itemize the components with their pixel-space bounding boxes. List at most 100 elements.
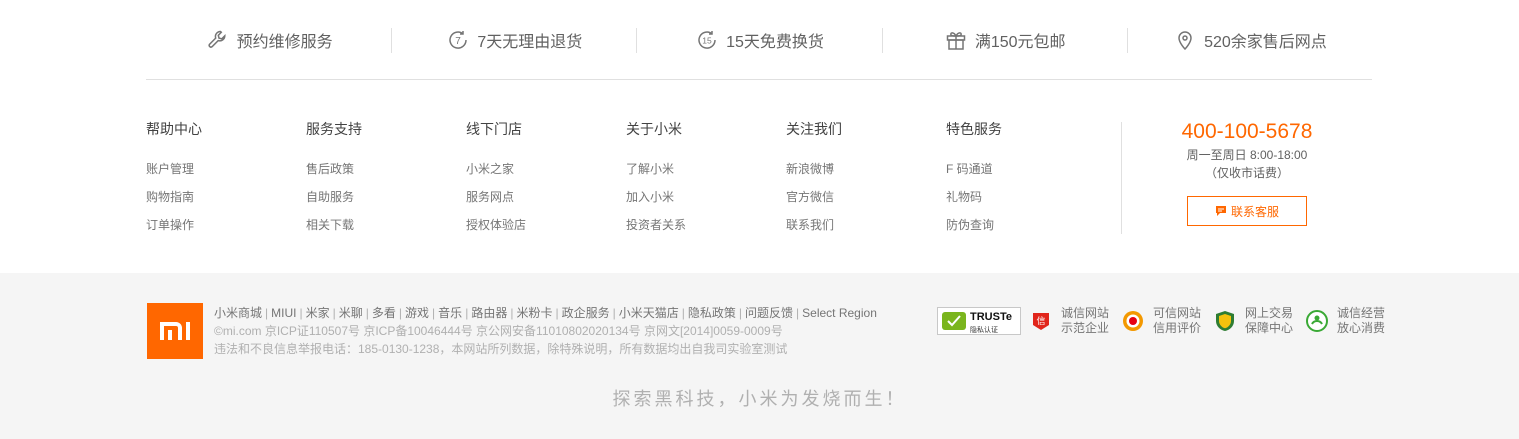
service-hours-note: （仅收市话费） xyxy=(1204,166,1289,180)
column-title: 线下门店 xyxy=(466,121,522,137)
badge-line: 放心消费 xyxy=(1337,321,1386,335)
footer-link[interactable]: 礼物码 xyxy=(946,188,1106,206)
site-link[interactable]: MIUI xyxy=(271,306,296,320)
badge-credit-site[interactable]: 信 诚信网站 示范企业 xyxy=(1029,306,1109,336)
service-free-shipping[interactable]: 满150元包邮 xyxy=(881,0,1127,79)
column-title: 帮助中心 xyxy=(146,121,202,137)
footer-link[interactable]: 服务网点 xyxy=(466,188,626,206)
truste-check-icon xyxy=(942,312,966,330)
mi-logo-icon xyxy=(160,322,190,340)
column-follow: 关注我们 新浪微博 官方微信 联系我们 xyxy=(786,118,946,244)
wrench-icon xyxy=(205,27,231,53)
footer-top: 预约维修服务 7 7天无理由退货 15 15天免费换货 满150元包邮 520余… xyxy=(0,0,1519,273)
footer-info: 小米商城 | MIUI | 米家 | 米聊 | 多看 | 游戏 | 音乐 | 路由器 | 米粉卡 | 政企服务 | 小米… xyxy=(214,304,877,358)
trusted-site-icon xyxy=(1121,309,1145,333)
badge-line: 诚信经营 xyxy=(1337,306,1386,320)
truste-badge[interactable]: TRUSTe 隐私认证 xyxy=(937,307,1021,335)
footer-link[interactable]: 官方微信 xyxy=(786,188,946,206)
column-title: 服务支持 xyxy=(306,121,362,137)
site-link[interactable]: 路由器 xyxy=(471,306,507,320)
service-exchange[interactable]: 15 15天免费换货 xyxy=(636,0,881,79)
footer-link[interactable]: 售后政策 xyxy=(306,160,466,178)
service-label: 520余家售后网点 xyxy=(1204,33,1327,51)
column-support: 服务支持 售后政策 自助服务 相关下载 xyxy=(306,118,466,244)
site-link[interactable]: 米聊 xyxy=(339,306,363,320)
service-repair[interactable]: 预约维修服务 xyxy=(146,0,391,79)
footer-link[interactable]: 订单操作 xyxy=(146,216,306,234)
badge-line: 保障中心 xyxy=(1245,321,1294,335)
site-link[interactable]: 游戏 xyxy=(405,306,429,320)
link-separator: | xyxy=(299,306,303,320)
link-separator: | xyxy=(332,306,336,320)
site-link[interactable]: 米家 xyxy=(306,306,330,320)
chat-bubble-icon xyxy=(1215,206,1226,216)
footer-link[interactable]: 小米之家 xyxy=(466,160,626,178)
svg-text:7: 7 xyxy=(456,36,462,47)
link-separator: | xyxy=(681,306,685,320)
footer-link[interactable]: 授权体验店 xyxy=(466,216,626,234)
hotline-number: 400-100-5678 xyxy=(1181,120,1313,143)
column-help: 帮助中心 账户管理 购物指南 订单操作 xyxy=(146,118,306,244)
badge-line: 诚信网站 xyxy=(1061,306,1110,320)
footer-link[interactable]: 新浪微博 xyxy=(786,160,946,178)
service-label: 15天免费换货 xyxy=(726,33,824,51)
link-separator: | xyxy=(265,306,269,320)
site-link[interactable]: Select Region xyxy=(802,306,877,320)
footer-link[interactable]: 防伪查询 xyxy=(946,216,1106,234)
column-title: 关注我们 xyxy=(786,121,842,137)
integrity-icon xyxy=(1305,309,1329,333)
site-link[interactable]: 问题反馈 xyxy=(745,306,793,320)
column-about: 关于小米 了解小米 加入小米 投资者关系 xyxy=(626,118,786,244)
service-label: 满150元包邮 xyxy=(974,33,1066,51)
mi-logo[interactable] xyxy=(147,303,203,359)
contact-panel: 400-100-5678 周一至周日 8:00-18:00 （仅收市话费） 联系… xyxy=(1121,120,1372,234)
service-return[interactable]: 7 7天无理由退货 xyxy=(391,0,636,79)
footer-link[interactable]: 相关下载 xyxy=(306,216,466,234)
contact-service-label: 联系客服 xyxy=(1230,204,1279,219)
site-link[interactable]: 多看 xyxy=(372,306,396,320)
footer-link[interactable]: 加入小米 xyxy=(626,188,786,206)
site-link[interactable]: 小米商城 xyxy=(214,306,262,320)
truste-title: TRUSTe xyxy=(970,311,1012,323)
site-link[interactable]: 小米天猫店 xyxy=(619,306,679,320)
trade-shield-icon xyxy=(1213,309,1237,333)
footer-link[interactable]: F 码通道 xyxy=(946,160,1106,178)
link-separator: | xyxy=(555,306,559,320)
footer-link[interactable]: 自助服务 xyxy=(306,188,466,206)
service-label: 7天无理由退货 xyxy=(477,33,583,51)
svg-text:15: 15 xyxy=(702,35,712,45)
column-stores: 线下门店 小米之家 服务网点 授权体验店 xyxy=(466,118,626,244)
site-link[interactable]: 隐私政策 xyxy=(688,306,736,320)
copyright-text: ©mi.com 京ICP证110507号 京ICP备10046444号 京公网安… xyxy=(214,324,783,338)
badge-trade-protection[interactable]: 网上交易 保障中心 xyxy=(1213,306,1293,336)
badge-line: 信用评价 xyxy=(1153,321,1202,335)
site-link[interactable]: 音乐 xyxy=(438,306,462,320)
site-link[interactable]: 米粉卡 xyxy=(516,306,552,320)
link-separator: | xyxy=(465,306,469,320)
site-links: 小米商城 | MIUI | 米家 | 米聊 | 多看 | 游戏 | 音乐 | 路由器 | 米粉卡 | 政企服务 | 小米… xyxy=(214,304,877,322)
badge-line: 可信网站 xyxy=(1153,306,1202,320)
footer-link[interactable]: 账户管理 xyxy=(146,160,306,178)
truste-sub: 隐私认证 xyxy=(970,327,998,334)
badge-line: 示范企业 xyxy=(1061,321,1110,335)
column-special: 特色服务 F 码通道 礼物码 防伪查询 xyxy=(946,118,1106,244)
footer-link[interactable]: 了解小米 xyxy=(626,160,786,178)
service-outlets[interactable]: 520余家售后网点 xyxy=(1126,0,1372,79)
badge-integrity[interactable]: 诚信经营 放心消费 xyxy=(1305,306,1385,336)
footer-link[interactable]: 投资者关系 xyxy=(626,216,786,234)
seven-day-return-icon: 7 xyxy=(445,27,471,53)
link-separator: | xyxy=(738,306,743,320)
footer-link[interactable]: 购物指南 xyxy=(146,188,306,206)
credit-xin-icon: 信 xyxy=(1029,309,1053,333)
fifteen-day-exchange-icon: 15 xyxy=(694,27,720,53)
site-link[interactable]: 政企服务 xyxy=(562,306,610,320)
link-separator: | xyxy=(796,306,800,320)
link-separator: | xyxy=(398,306,403,320)
footer-link[interactable]: 联系我们 xyxy=(786,216,946,234)
badge-trusted-site[interactable]: 可信网站 信用评价 xyxy=(1121,306,1201,336)
slogan: 探索黑科技，小米为发烧而生！ xyxy=(612,389,907,410)
trust-badges: TRUSTe 隐私认证 信 诚信网站 示范企业 可信网站 信用评价 网上交易 保障中心 xyxy=(937,306,1397,336)
footer-link-columns: 帮助中心 账户管理 购物指南 订单操作 服务支持 售后政策 自助服务 相关下载 … xyxy=(146,118,1106,244)
contact-service-button[interactable]: 联系客服 xyxy=(1187,196,1307,226)
link-separator: | xyxy=(510,306,514,320)
